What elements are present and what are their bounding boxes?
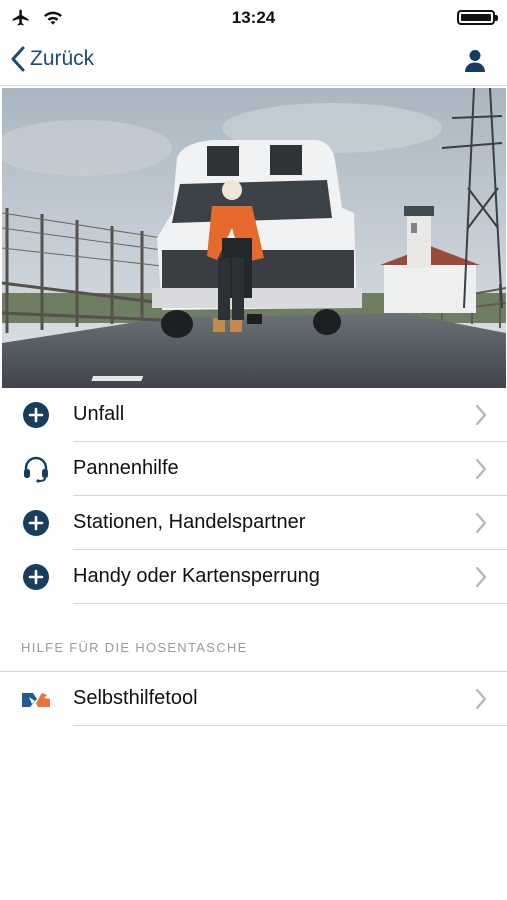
status-bar: 13:24 [0, 0, 507, 36]
chevron-right-icon [475, 404, 487, 426]
menu-item-kartensperrung[interactable]: Handy oder Kartensperrung [0, 550, 507, 604]
section-header: HILFE FÜR DIE HOSENTASCHE [21, 640, 248, 655]
navigation-bar: Zurück [0, 36, 507, 86]
chevron-right-icon [475, 458, 487, 480]
menu-item-label: Selbsthilfetool [73, 687, 198, 709]
menu-item-label: Stationen, Handelspartner [73, 511, 306, 533]
chevron-right-icon [475, 688, 487, 710]
menu-item-label: Handy oder Kartensperrung [73, 565, 320, 587]
status-time: 13:24 [231, 8, 276, 27]
menu-item-label: Pannenhilfe [73, 457, 179, 479]
menu-item-label: Unfall [73, 403, 125, 425]
row-separator [73, 725, 507, 726]
plus-circle-icon [23, 510, 49, 536]
main-menu-list: Unfall Pannenhilfe Stationen, Handelspar… [0, 388, 507, 604]
self-help-list: Selbsthilfetool [0, 672, 507, 726]
profile-button[interactable] [463, 48, 487, 77]
menu-item-stationen[interactable]: Stationen, Handelspartner [0, 496, 507, 550]
battery-icon [457, 10, 498, 25]
menu-item-unfall[interactable]: Unfall [0, 388, 507, 442]
back-button[interactable]: Zurück [10, 46, 94, 72]
chevron-left-icon [11, 46, 25, 72]
self-help-tool-icon [22, 693, 50, 707]
hero-image [2, 88, 506, 388]
menu-item-selbsthilfetool[interactable]: Selbsthilfetool [0, 672, 507, 726]
menu-item-pannenhilfe[interactable]: Pannenhilfe [0, 442, 507, 496]
chevron-right-icon [475, 566, 487, 588]
row-separator [73, 603, 507, 604]
plus-circle-icon [23, 402, 49, 428]
plus-circle-icon [23, 564, 49, 590]
chevron-right-icon [475, 512, 487, 534]
headset-icon [24, 456, 48, 483]
back-label: Zurück [30, 47, 95, 70]
person-icon [465, 50, 485, 72]
camper-van-photo [2, 88, 506, 388]
